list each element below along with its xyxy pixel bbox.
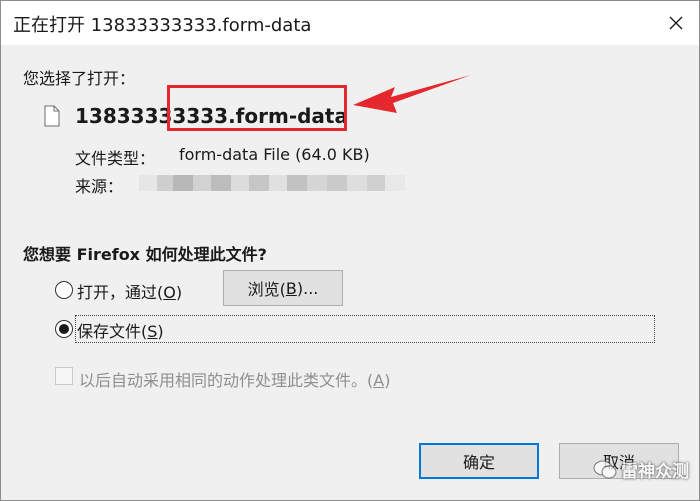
remember-choice-label: 以后自动采用相同的动作处理此类文件。(A) (79, 371, 391, 390)
file-type-value: form-data File (64.0 KB) (179, 145, 370, 164)
file-icon (44, 105, 60, 127)
file-type-label: 文件类型： (75, 149, 156, 168)
open-with-label[interactable]: 打开，通过(O) (77, 279, 182, 303)
source-label: 来源： (75, 177, 124, 196)
selection-heading: 您选择了打开： (23, 69, 136, 88)
download-dialog: 正在打开 13833333333.form-data 您选择了打开： 13833… (0, 0, 700, 501)
filename-highlight-box (167, 85, 347, 131)
chat-bubble-icon (593, 460, 617, 478)
radio-selected-dot (59, 324, 69, 334)
browse-button[interactable]: 浏览(B)... (223, 270, 343, 306)
action-question: 您想要 Firefox 如何处理此文件? (23, 245, 267, 264)
save-file-label[interactable]: 保存文件(S) (77, 318, 164, 342)
open-with-radio[interactable] (55, 281, 73, 299)
ok-button[interactable]: 确定 (419, 443, 539, 479)
title-bar: 正在打开 13833333333.form-data (1, 1, 699, 45)
watermark: 雷神众测 (593, 457, 689, 482)
window-title: 正在打开 13833333333.form-data (13, 15, 312, 36)
save-file-radio[interactable] (55, 320, 73, 338)
watermark-text: 雷神众测 (621, 462, 689, 482)
close-button[interactable] (653, 1, 699, 45)
close-icon (669, 16, 683, 30)
source-redacted (139, 175, 405, 191)
remember-choice-checkbox[interactable] (55, 367, 73, 385)
arrow-annotation-icon (353, 75, 471, 113)
